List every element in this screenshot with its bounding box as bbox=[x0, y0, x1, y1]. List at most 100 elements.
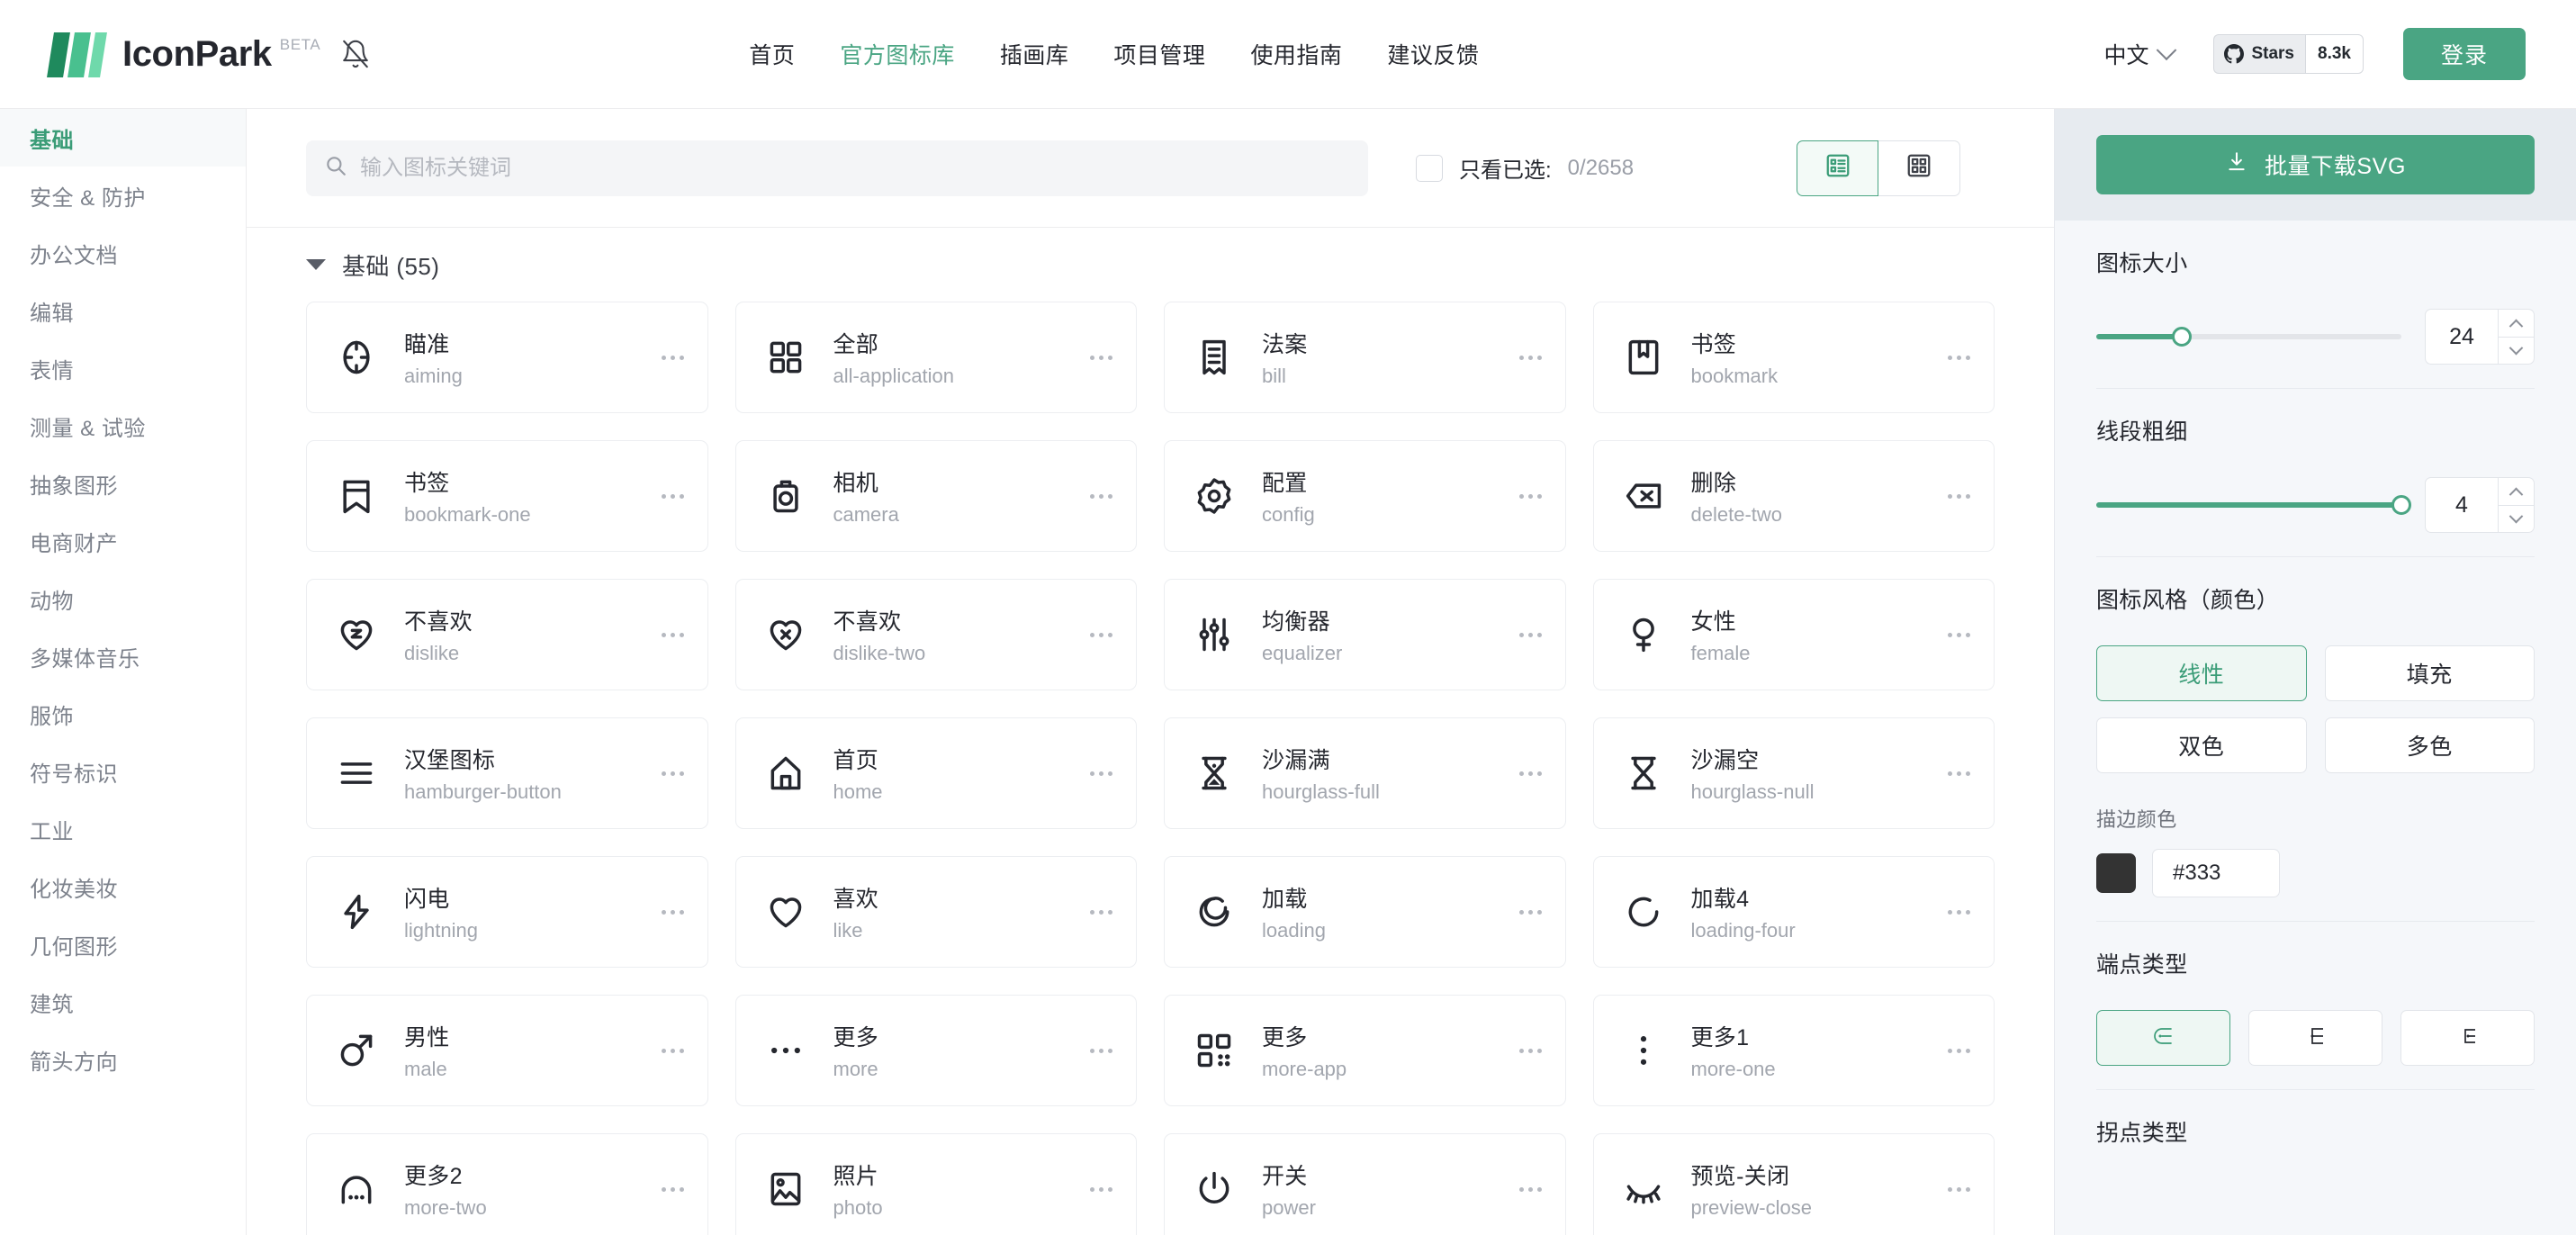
icon-card[interactable]: 相机 camera bbox=[734, 440, 1137, 552]
icon-card[interactable]: 女性 female bbox=[1592, 579, 1995, 690]
icon-card-more-button[interactable] bbox=[1077, 771, 1112, 776]
icon-card[interactable]: 开关 power bbox=[1164, 1133, 1566, 1235]
icon-card[interactable]: 沙漏空 hourglass-null bbox=[1592, 717, 1995, 829]
nav-item-feedback[interactable]: 建议反馈 bbox=[1387, 38, 1479, 70]
icon-card[interactable]: 瞄准 aiming bbox=[306, 302, 708, 413]
icon-card-more-button[interactable] bbox=[1507, 909, 1542, 915]
list-view-button[interactable] bbox=[1797, 140, 1878, 196]
sidebar-item-geometry[interactable]: 几何图形 bbox=[0, 915, 246, 973]
icon-card[interactable]: 更多 more bbox=[734, 995, 1137, 1106]
icon-size-increment[interactable] bbox=[2499, 310, 2534, 337]
icon-card-more-button[interactable] bbox=[1507, 355, 1542, 360]
icon-card[interactable]: 法案 bill bbox=[1164, 302, 1566, 413]
icon-card[interactable]: 加载4 loading-four bbox=[1592, 856, 1995, 968]
brand-logo[interactable]: IconPark BETA bbox=[47, 31, 320, 77]
icon-card[interactable]: 更多1 more-one bbox=[1592, 995, 1995, 1106]
grid-view-button[interactable] bbox=[1878, 140, 1960, 196]
icon-card-more-button[interactable] bbox=[649, 1048, 684, 1053]
sidebar-item-multimedia[interactable]: 多媒体音乐 bbox=[0, 627, 246, 685]
icon-card-more-button[interactable] bbox=[1935, 493, 1970, 499]
style-option-filled[interactable]: 填充 bbox=[2324, 645, 2535, 701]
icon-card[interactable]: 首页 home bbox=[734, 717, 1137, 829]
only-selected-toggle[interactable]: 只看已选: 0/2658 bbox=[1416, 152, 1634, 184]
icon-card-more-button[interactable] bbox=[1507, 1048, 1542, 1053]
nav-item-home[interactable]: 首页 bbox=[749, 38, 795, 70]
icon-card-more-button[interactable] bbox=[1507, 1186, 1542, 1192]
sidebar-item-basic[interactable]: 基础 bbox=[0, 109, 246, 167]
nav-item-guide[interactable]: 使用指南 bbox=[1250, 38, 1342, 70]
icon-card-more-button[interactable] bbox=[649, 355, 684, 360]
sidebar-item-emoji[interactable]: 表情 bbox=[0, 339, 246, 397]
line-cap-round-button[interactable] bbox=[2096, 1010, 2230, 1066]
icon-card-more-button[interactable] bbox=[649, 632, 684, 637]
icon-card-more-button[interactable] bbox=[1935, 1048, 1970, 1053]
stroke-color-input[interactable] bbox=[2152, 849, 2280, 897]
only-selected-checkbox[interactable] bbox=[1416, 154, 1443, 182]
icon-card[interactable]: 均衡器 equalizer bbox=[1164, 579, 1566, 690]
icon-card-more-button[interactable] bbox=[1077, 909, 1112, 915]
icon-card[interactable]: 配置 config bbox=[1164, 440, 1566, 552]
icon-card[interactable]: 不喜欢 dislike bbox=[306, 579, 708, 690]
github-stars-badge[interactable]: Stars 8.3k bbox=[2213, 34, 2364, 74]
line-cap-square-button[interactable] bbox=[2400, 1010, 2535, 1066]
icon-card-more-button[interactable] bbox=[1935, 909, 1970, 915]
stroke-width-value[interactable]: 4 bbox=[2426, 478, 2498, 532]
icon-card[interactable]: 书签 bookmark-one bbox=[306, 440, 708, 552]
icon-card-more-button[interactable] bbox=[1077, 1048, 1112, 1053]
login-button[interactable]: 登录 bbox=[2402, 28, 2526, 80]
stroke-width-slider-knob[interactable] bbox=[2391, 495, 2411, 515]
sidebar-item-abstract[interactable]: 抽象图形 bbox=[0, 455, 246, 512]
sidebar-item-beauty[interactable]: 化妆美妆 bbox=[0, 858, 246, 915]
nav-item-projects[interactable]: 项目管理 bbox=[1113, 38, 1205, 70]
icon-card-more-button[interactable] bbox=[1935, 355, 1970, 360]
icon-card-more-button[interactable] bbox=[649, 909, 684, 915]
icon-card[interactable]: 喜欢 like bbox=[734, 856, 1137, 968]
style-option-outline[interactable]: 线性 bbox=[2096, 645, 2307, 701]
stroke-color-swatch[interactable] bbox=[2096, 853, 2136, 893]
icon-card[interactable]: 全部 all-application bbox=[734, 302, 1137, 413]
bell-off-icon[interactable] bbox=[340, 39, 371, 69]
icon-card-more-button[interactable] bbox=[1507, 771, 1542, 776]
icon-card-more-button[interactable] bbox=[1935, 1186, 1970, 1192]
icon-card-more-button[interactable] bbox=[1077, 632, 1112, 637]
icon-card[interactable]: 预览-关闭 preview-close bbox=[1592, 1133, 1995, 1235]
sidebar-item-commerce[interactable]: 电商财产 bbox=[0, 512, 246, 570]
sidebar-item-security[interactable]: 安全 & 防护 bbox=[0, 167, 246, 224]
github-stars-button[interactable]: Stars bbox=[2213, 34, 2305, 74]
icon-card[interactable]: 加载 loading bbox=[1164, 856, 1566, 968]
search-box[interactable] bbox=[306, 140, 1368, 196]
nav-item-illustrations[interactable]: 插画库 bbox=[1000, 38, 1069, 70]
icon-card[interactable]: 删除 delete-two bbox=[1592, 440, 1995, 552]
icon-card[interactable]: 书签 bookmark bbox=[1592, 302, 1995, 413]
sidebar-item-symbols[interactable]: 符号标识 bbox=[0, 743, 246, 800]
sidebar-item-clothing[interactable]: 服饰 bbox=[0, 685, 246, 743]
nav-item-official-icons[interactable]: 官方图标库 bbox=[840, 38, 955, 70]
icon-card-more-button[interactable] bbox=[1077, 493, 1112, 499]
icon-card[interactable]: 更多2 more-two bbox=[306, 1133, 708, 1235]
batch-download-svg-button[interactable]: 批量下载SVG bbox=[2096, 135, 2535, 194]
sidebar-item-arrows[interactable]: 箭头方向 bbox=[0, 1031, 246, 1088]
icon-card-more-button[interactable] bbox=[649, 1186, 684, 1192]
icon-card[interactable]: 更多 more-app bbox=[1164, 995, 1566, 1106]
icon-card-more-button[interactable] bbox=[1077, 1186, 1112, 1192]
line-cap-butt-button[interactable] bbox=[2248, 1010, 2382, 1066]
sidebar-item-edit[interactable]: 编辑 bbox=[0, 282, 246, 339]
sidebar-item-animal[interactable]: 动物 bbox=[0, 570, 246, 627]
icon-card[interactable]: 沙漏满 hourglass-full bbox=[1164, 717, 1566, 829]
icon-size-stepper[interactable]: 24 bbox=[2425, 309, 2535, 365]
search-input[interactable] bbox=[360, 155, 1350, 181]
style-option-two-tone[interactable]: 双色 bbox=[2096, 717, 2307, 773]
icon-card-more-button[interactable] bbox=[1935, 632, 1970, 637]
sidebar-item-measure[interactable]: 测量 & 试验 bbox=[0, 397, 246, 455]
stroke-width-stepper[interactable]: 4 bbox=[2425, 477, 2535, 533]
language-selector[interactable]: 中文 bbox=[2103, 38, 2177, 70]
sidebar-item-office[interactable]: 办公文档 bbox=[0, 224, 246, 282]
icon-card[interactable]: 闪电 lightning bbox=[306, 856, 708, 968]
icon-card-more-button[interactable] bbox=[1077, 355, 1112, 360]
stroke-width-decrement[interactable] bbox=[2499, 505, 2534, 532]
stroke-width-slider[interactable] bbox=[2096, 495, 2411, 515]
icon-card-more-button[interactable] bbox=[1935, 771, 1970, 776]
icon-card-more-button[interactable] bbox=[649, 771, 684, 776]
icon-size-value[interactable]: 24 bbox=[2426, 310, 2498, 364]
icon-card[interactable]: 照片 photo bbox=[734, 1133, 1137, 1235]
